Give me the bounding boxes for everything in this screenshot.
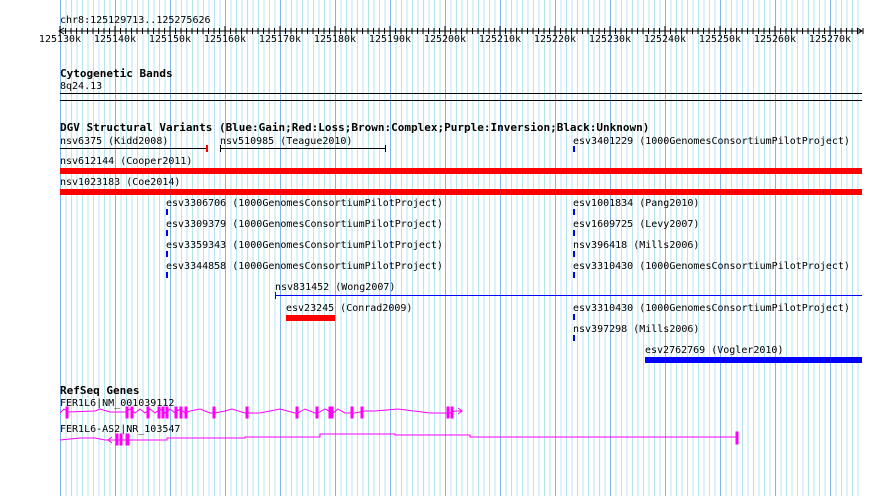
ruler-tick-label: 125210k bbox=[478, 34, 522, 45]
ruler-tick-label: 125250k bbox=[698, 34, 742, 45]
sv-gain[interactable] bbox=[573, 272, 575, 278]
genome-browser: chr8:125129713..125275626 125130k 125140k… bbox=[0, 0, 890, 496]
feature-label[interactable]: esv2762769 (Vogler2010) bbox=[645, 345, 783, 356]
feature-label[interactable]: esv1609725 (Levy2007) bbox=[573, 219, 699, 230]
ruler-tick-label: 125240k bbox=[643, 34, 687, 45]
ruler-tick-label: 125170k bbox=[258, 34, 302, 45]
sv-loss[interactable] bbox=[60, 189, 862, 195]
sv-gain[interactable] bbox=[573, 335, 575, 341]
sv-loss[interactable] bbox=[206, 145, 208, 152]
sv-gain[interactable] bbox=[573, 251, 575, 257]
ruler-tick-label: 125160k bbox=[203, 34, 247, 45]
feature-label[interactable]: esv3309379 (1000GenomesConsortiumPilotPr… bbox=[166, 219, 443, 230]
feature-label[interactable]: esv3306706 (1000GenomesConsortiumPilotPr… bbox=[166, 198, 443, 209]
feature-label[interactable]: nsv510985 (Teague2010) bbox=[220, 136, 352, 147]
feature-label[interactable]: esv23245 (Conrad2009) bbox=[286, 303, 412, 314]
sv-gain[interactable] bbox=[166, 230, 168, 236]
ruler-tick-label: 125220k bbox=[533, 34, 577, 45]
refseq-title: RefSeq Genes bbox=[60, 384, 140, 397]
ruler-tick-label: 125150k bbox=[148, 34, 192, 45]
ruler-tick-label: 125190k bbox=[368, 34, 412, 45]
sv-end bbox=[220, 145, 221, 152]
feature-label[interactable]: nsv6375 (Kidd2008) bbox=[60, 136, 168, 147]
dgv-title: DGV Structural Variants (Blue:Gain;Red:L… bbox=[60, 121, 650, 134]
ruler-tick-label: 125140k bbox=[93, 34, 137, 45]
cyto-band: 8q24.13 bbox=[60, 81, 103, 92]
cyto-title: Cytogenetic Bands bbox=[60, 67, 173, 80]
ruler-tick-label: 125130k bbox=[38, 34, 82, 45]
feature-label[interactable]: nsv1023183 (Coe2014) bbox=[60, 177, 180, 188]
feature-label[interactable]: esv3310430 (1000GenomesConsortiumPilotPr… bbox=[573, 303, 850, 314]
sv-gain[interactable] bbox=[573, 209, 575, 215]
exon bbox=[65, 406, 69, 419]
feature-label[interactable]: nsv397298 (Mills2006) bbox=[573, 324, 699, 335]
feature-label[interactable]: esv1001834 (Pang2010) bbox=[573, 198, 699, 209]
feature-label[interactable]: esv3344858 (1000GenomesConsortiumPilotPr… bbox=[166, 261, 443, 272]
cyto-band-bar[interactable] bbox=[60, 93, 862, 94]
sv-loss[interactable] bbox=[60, 168, 862, 174]
sv-gain[interactable] bbox=[573, 230, 575, 236]
feature-label[interactable]: nsv612144 (Cooper2011) bbox=[60, 156, 192, 167]
sv-gain[interactable] bbox=[166, 272, 168, 278]
ruler-tick-label: 125270k bbox=[808, 34, 852, 45]
sv-gain[interactable] bbox=[166, 251, 168, 257]
gene-models[interactable] bbox=[0, 400, 890, 450]
ruler-tick-label: 125180k bbox=[313, 34, 357, 45]
sv-gain[interactable] bbox=[573, 314, 575, 320]
sv-unknown[interactable] bbox=[220, 148, 386, 149]
feature-label[interactable]: nsv396418 (Mills2006) bbox=[573, 240, 699, 251]
feature-label[interactable]: esv3359343 (1000GenomesConsortiumPilotPr… bbox=[166, 240, 443, 251]
sv-end bbox=[385, 145, 386, 152]
sv-gain[interactable] bbox=[275, 295, 862, 296]
ruler-tick-label: 125260k bbox=[753, 34, 797, 45]
divider bbox=[60, 100, 862, 101]
sv-loss[interactable] bbox=[286, 315, 335, 321]
sv-gain[interactable] bbox=[645, 357, 862, 363]
ruler-tick-label: 125230k bbox=[588, 34, 632, 45]
feature-label[interactable]: nsv831452 (Wong2007) bbox=[275, 282, 395, 293]
sv-gain[interactable] bbox=[573, 146, 575, 152]
sv-unknown[interactable] bbox=[60, 148, 207, 149]
feature-label[interactable]: esv3401229 (1000GenomesConsortiumPilotPr… bbox=[573, 136, 850, 147]
ruler-tick-label: 125200k bbox=[423, 34, 467, 45]
sv-end bbox=[275, 292, 276, 299]
feature-label[interactable]: esv3310430 (1000GenomesConsortiumPilotPr… bbox=[573, 261, 850, 272]
sv-gain[interactable] bbox=[166, 209, 168, 215]
